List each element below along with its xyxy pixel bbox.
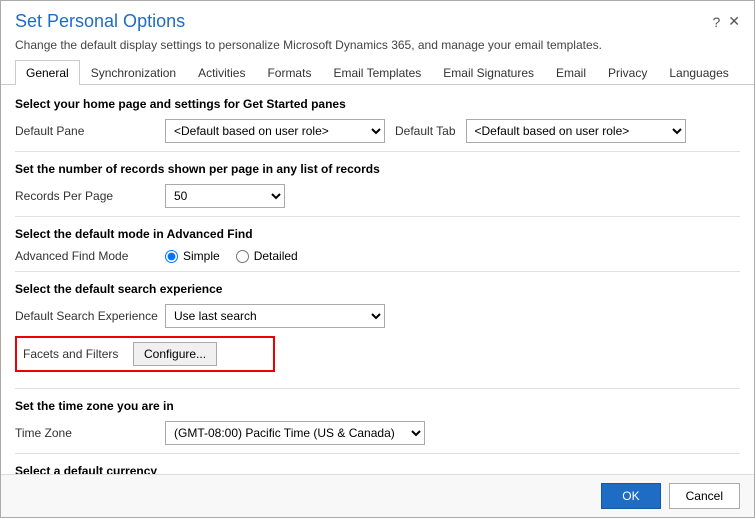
advanced-find-section-title: Select the default mode in Advanced Find [15,227,740,241]
help-icon[interactable]: ? [712,14,720,30]
records-per-page-label: Records Per Page [15,189,165,203]
currency-section-title: Select a default currency [15,464,740,474]
home-page-section-title: Select your home page and settings for G… [15,97,740,111]
default-pane-select[interactable]: <Default based on user role> [165,119,385,143]
radio-detailed[interactable] [236,250,249,263]
divider-4 [15,388,740,389]
timezone-label: Time Zone [15,426,165,440]
dialog-title: Set Personal Options [15,11,185,32]
dialog-subtitle: Change the default display settings to p… [1,36,754,60]
advanced-find-radio-group: Simple Detailed [165,249,298,263]
title-bar: Set Personal Options ? ✕ [1,1,754,36]
close-icon[interactable]: ✕ [728,13,740,30]
radio-detailed-text: Detailed [254,249,298,263]
default-pane-label: Default Pane [15,124,165,138]
tab-general[interactable]: General [15,60,80,85]
tab-email[interactable]: Email [545,60,597,85]
facets-filters-highlight: Facets and Filters Configure... [15,336,275,372]
default-tab-select[interactable]: <Default based on user role> [466,119,686,143]
tab-activities[interactable]: Activities [187,60,256,85]
records-section-title: Set the number of records shown per page… [15,162,740,176]
facets-label: Facets and Filters [23,347,133,361]
search-section-title: Select the default search experience [15,282,740,296]
radio-simple[interactable] [165,250,178,263]
search-experience-control: Use last search Relevance Search Categor… [165,304,740,328]
set-personal-options-dialog: Set Personal Options ? ✕ Change the defa… [0,0,755,518]
timezone-section-title: Set the time zone you are in [15,399,740,413]
advanced-find-label: Advanced Find Mode [15,249,165,263]
title-icons: ? ✕ [712,13,740,30]
timezone-row: Time Zone (GMT-08:00) Pacific Time (US &… [15,421,740,445]
timezone-select[interactable]: (GMT-08:00) Pacific Time (US & Canada) (… [165,421,425,445]
configure-button[interactable]: Configure... [133,342,217,366]
tab-email-signatures[interactable]: Email Signatures [432,60,545,85]
records-per-page-row: Records Per Page 50 25 75 100 250 [15,184,740,208]
search-experience-select[interactable]: Use last search Relevance Search Categor… [165,304,385,328]
timezone-control: (GMT-08:00) Pacific Time (US & Canada) (… [165,421,740,445]
default-pane-row: Default Pane <Default based on user role… [15,119,740,143]
content-area: Select your home page and settings for G… [1,85,754,474]
radio-simple-label[interactable]: Simple [165,249,220,263]
divider-1 [15,151,740,152]
tab-email-templates[interactable]: Email Templates [322,60,432,85]
records-per-page-control: 50 25 75 100 250 [165,184,740,208]
search-experience-row: Default Search Experience Use last searc… [15,304,740,328]
radio-simple-text: Simple [183,249,220,263]
tab-bar: General Synchronization Activities Forma… [1,60,754,85]
search-experience-label: Default Search Experience [15,309,165,323]
advanced-find-row: Advanced Find Mode Simple Detailed [15,249,740,263]
records-per-page-select[interactable]: 50 25 75 100 250 [165,184,285,208]
tab-privacy[interactable]: Privacy [597,60,658,85]
tab-synchronization[interactable]: Synchronization [80,60,187,85]
divider-2 [15,216,740,217]
divider-3 [15,271,740,272]
default-pane-control: <Default based on user role> Default Tab… [165,119,740,143]
tab-formats[interactable]: Formats [256,60,322,85]
tab-languages[interactable]: Languages [658,60,739,85]
radio-detailed-label[interactable]: Detailed [236,249,298,263]
advanced-find-control: Simple Detailed [165,249,740,263]
divider-5 [15,453,740,454]
default-tab-label: Default Tab [395,124,456,138]
cancel-button[interactable]: Cancel [669,483,740,509]
facets-filters-row: Facets and Filters Configure... [15,336,740,380]
dialog-footer: OK Cancel [1,474,754,517]
ok-button[interactable]: OK [601,483,660,509]
